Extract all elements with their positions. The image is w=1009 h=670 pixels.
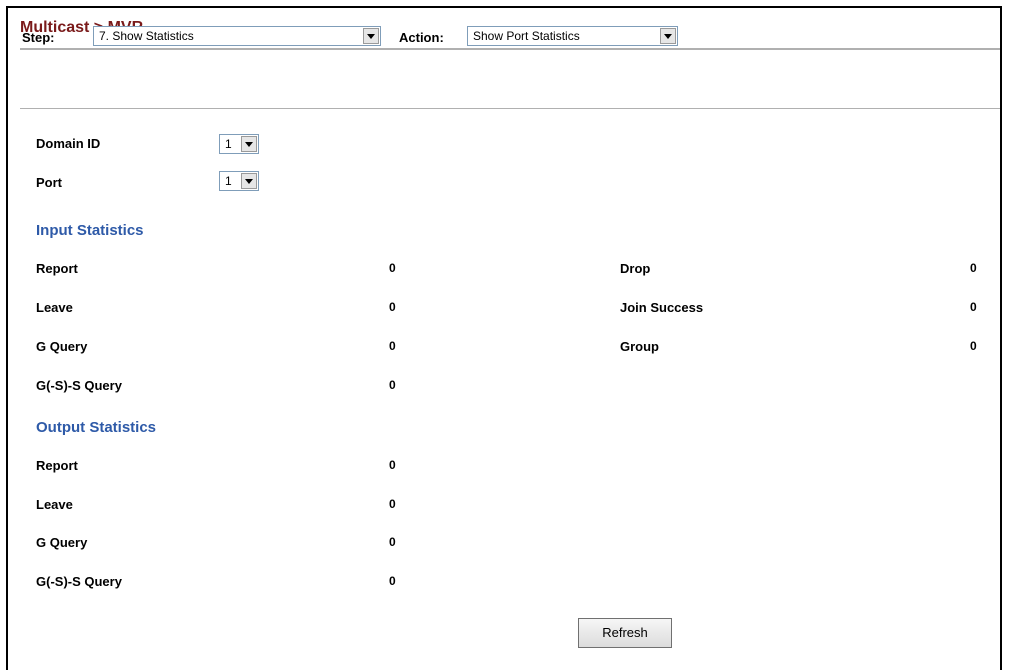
step-select[interactable]: 7. Show Statistics <box>93 26 381 46</box>
step-select-value: 7. Show Statistics <box>99 29 194 43</box>
refresh-button[interactable]: Refresh <box>578 618 672 648</box>
input-stat-label: Group <box>620 339 659 354</box>
title-divider <box>20 48 1000 50</box>
input-statistics-heading: Input Statistics <box>36 222 144 239</box>
port-value: 1 <box>225 174 232 188</box>
input-stat-value: 0 <box>389 378 396 392</box>
input-stat-value: 0 <box>970 261 977 275</box>
chevron-down-icon[interactable] <box>363 28 379 44</box>
chevron-down-icon[interactable] <box>241 136 257 152</box>
input-stat-label: Report <box>36 261 78 276</box>
input-stat-label: Leave <box>36 300 73 315</box>
input-stat-value: 0 <box>389 261 396 275</box>
output-stat-label: G(-S)-S Query <box>36 574 122 589</box>
input-stat-value: 0 <box>970 339 977 353</box>
output-stat-value: 0 <box>389 535 396 549</box>
chevron-down-icon[interactable] <box>660 28 676 44</box>
domain-id-select[interactable]: 1 <box>219 134 259 154</box>
action-select[interactable]: Show Port Statistics <box>467 26 678 46</box>
output-stat-label: G Query <box>36 535 88 550</box>
input-stat-value: 0 <box>389 300 396 314</box>
port-label: Port <box>36 175 62 190</box>
domain-id-value: 1 <box>225 137 232 151</box>
output-statistics-heading: Output Statistics <box>36 419 157 436</box>
output-stat-label: Report <box>36 458 78 473</box>
input-stat-label: Join Success <box>620 300 704 315</box>
action-label: Action: <box>399 30 444 45</box>
step-label: Step: <box>22 30 55 45</box>
page-frame: Multicast > MVR Step: 7. Show Statistics… <box>6 6 1002 670</box>
input-stat-label: G(-S)-S Query <box>36 378 122 393</box>
output-stat-value: 0 <box>389 574 396 588</box>
output-stat-label: Leave <box>36 497 73 512</box>
port-select[interactable]: 1 <box>219 171 259 191</box>
input-stat-label: G Query <box>36 339 88 354</box>
chevron-down-icon[interactable] <box>241 173 257 189</box>
step-action-bar <box>20 60 1000 90</box>
input-stat-label: Drop <box>620 261 651 276</box>
domain-id-label: Domain ID <box>36 136 101 151</box>
input-stat-value: 0 <box>970 300 977 314</box>
step-bar-divider <box>20 108 1000 109</box>
output-stat-value: 0 <box>389 497 396 511</box>
action-select-value: Show Port Statistics <box>473 29 580 43</box>
input-stat-value: 0 <box>389 339 396 353</box>
output-stat-value: 0 <box>389 458 396 472</box>
